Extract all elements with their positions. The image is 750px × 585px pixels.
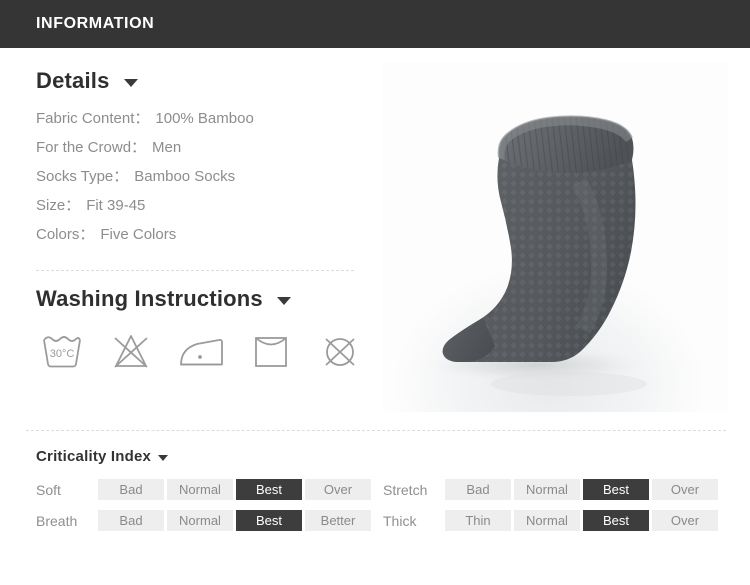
information-header-bar: INFORMATION	[0, 0, 750, 48]
criticality-cell-active[interactable]: Best	[583, 510, 649, 531]
criticality-cell-active[interactable]: Best	[236, 510, 302, 531]
criticality-grid: Soft Bad Normal Best Over Stretch Bad No…	[36, 479, 726, 531]
criticality-index-section: Criticality Index Soft Bad Normal Best O…	[36, 448, 726, 531]
criticality-row-label: Stretch	[383, 481, 428, 498]
criticality-cell[interactable]: Thin	[445, 510, 511, 531]
chevron-down-icon[interactable]	[276, 297, 291, 305]
detail-value: Fit 39-45	[86, 197, 146, 214]
criticality-cell-active[interactable]: Best	[236, 479, 302, 500]
iron-low-icon	[175, 328, 227, 374]
details-heading-row[interactable]: Details	[36, 68, 366, 94]
criticality-row-stretch: Stretch Bad Normal Best Over	[383, 479, 730, 500]
information-content: Details Fabric Content： 100% Bamboo For t…	[0, 48, 750, 585]
detail-label: Fabric Content：	[36, 110, 150, 127]
detail-row-fabric-content: Fabric Content： 100% Bamboo	[36, 104, 366, 133]
bamboo-sock-photo	[383, 62, 728, 412]
chevron-down-icon[interactable]	[158, 454, 169, 461]
detail-row-colors: Colors： Five Colors	[36, 220, 366, 249]
svg-text:30°C: 30°C	[49, 348, 74, 360]
section-divider	[26, 430, 726, 431]
criticality-cell[interactable]: Normal	[167, 479, 233, 500]
detail-row-socks-type: Socks Type： Bamboo Socks	[36, 162, 366, 191]
do-not-bleach-icon	[106, 328, 158, 374]
detail-value: Bamboo Socks	[134, 168, 236, 185]
detail-value: Men	[152, 139, 182, 156]
detail-value: 100% Bamboo	[155, 110, 254, 127]
criticality-cells: Bad Normal Best Over	[98, 479, 371, 500]
detail-row-size: Size： Fit 39-45	[36, 191, 366, 220]
washing-instructions-section: Washing Instructions 30°C	[36, 286, 366, 374]
criticality-cell[interactable]: Normal	[167, 510, 233, 531]
criticality-cell[interactable]: Over	[652, 479, 718, 500]
criticality-cells: Thin Normal Best Over	[445, 510, 718, 531]
criticality-cell[interactable]: Bad	[98, 479, 164, 500]
criticality-heading-label: Criticality Index	[36, 448, 152, 465]
criticality-row-label: Breath	[36, 512, 78, 529]
criticality-cell[interactable]: Over	[652, 510, 718, 531]
criticality-cell[interactable]: Over	[305, 479, 371, 500]
criticality-cell-active[interactable]: Best	[583, 479, 649, 500]
details-heading-label: Details	[36, 68, 110, 93]
criticality-cell[interactable]: Normal	[514, 510, 580, 531]
detail-label: For the Crowd：	[36, 139, 147, 156]
detail-row-for-the-crowd: For the Crowd： Men	[36, 133, 366, 162]
detail-label: Colors：	[36, 226, 95, 243]
details-section: Details Fabric Content： 100% Bamboo For t…	[36, 68, 366, 249]
criticality-cells: Bad Normal Best Over	[445, 479, 718, 500]
criticality-row-breath: Breath Bad Normal Best Better	[36, 510, 383, 531]
criticality-cell[interactable]: Bad	[445, 479, 511, 500]
washing-heading-label: Washing Instructions	[36, 286, 263, 311]
chevron-down-icon[interactable]	[123, 79, 138, 87]
criticality-row-label: Thick	[383, 512, 417, 529]
criticality-cell[interactable]: Better	[305, 510, 371, 531]
do-not-dry-clean-icon	[315, 328, 367, 374]
detail-label: Socks Type：	[36, 168, 129, 185]
washing-icon-row: 30°C	[36, 328, 366, 374]
washing-heading-row[interactable]: Washing Instructions	[36, 286, 366, 312]
criticality-cell[interactable]: Normal	[514, 479, 580, 500]
criticality-row-soft: Soft Bad Normal Best Over	[36, 479, 383, 500]
detail-value: Five Colors	[100, 226, 177, 243]
page-title: INFORMATION	[36, 15, 155, 32]
drip-dry-icon	[245, 328, 297, 374]
details-list: Fabric Content： 100% Bamboo For the Crowd…	[36, 104, 366, 249]
details-divider	[36, 270, 354, 271]
criticality-heading-row[interactable]: Criticality Index	[36, 448, 726, 465]
criticality-cell[interactable]: Bad	[98, 510, 164, 531]
criticality-row-thick: Thick Thin Normal Best Over	[383, 510, 730, 531]
criticality-cells: Bad Normal Best Better	[98, 510, 371, 531]
wash-30c-icon: 30°C	[36, 328, 88, 374]
criticality-row-label: Soft	[36, 481, 61, 498]
detail-label: Size：	[36, 197, 81, 214]
